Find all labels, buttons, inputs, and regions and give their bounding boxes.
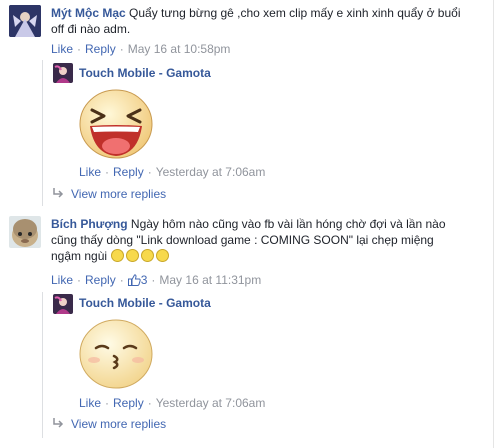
like-button[interactable]: Like [51, 273, 73, 287]
avatar[interactable] [9, 216, 41, 248]
reply-avatar[interactable] [53, 294, 73, 314]
comment-text-end: ngậm ngùi [51, 249, 108, 263]
laughing-face-sticker [78, 88, 154, 163]
reply-arrow-icon [52, 187, 64, 201]
reply-arrow-icon [52, 417, 64, 431]
reply-button[interactable]: Reply [85, 42, 116, 56]
view-more-replies-link[interactable]: View more replies [52, 187, 166, 201]
like-count[interactable]: 3 [127, 273, 147, 287]
right-edge-divider [493, 0, 494, 448]
thread-line [42, 292, 43, 438]
sad-emoji-icon [111, 249, 125, 262]
comment-timestamp[interactable]: May 16 at 11:31pm [159, 273, 261, 287]
like-button[interactable]: Like [79, 396, 101, 410]
comment-text: Ngày hôm nào cũng vào fb vài lần hóng ch… [130, 217, 446, 231]
reply-button[interactable]: Reply [113, 396, 144, 410]
thread-line [42, 60, 43, 206]
reply-timestamp[interactable]: Yesterday at 7:06am [156, 396, 266, 410]
reply-button[interactable]: Reply [113, 165, 144, 179]
reply-button[interactable]: Reply [85, 273, 116, 287]
view-more-label: View more replies [71, 417, 167, 431]
reply-author[interactable]: Touch Mobile - Gamota [79, 66, 211, 80]
like-button[interactable]: Like [79, 165, 101, 179]
sad-emoji-icon [156, 249, 170, 262]
comment-text: Quẩy tưng bừng gê ,cho xem clip mấy e xi… [129, 6, 461, 20]
reply-avatar[interactable] [53, 63, 73, 83]
comment-author[interactable]: Mýt Mộc Mạc [51, 6, 126, 20]
kissing-face-sticker [78, 318, 154, 393]
avatar[interactable] [9, 5, 41, 37]
reply-author[interactable]: Touch Mobile - Gamota [79, 296, 211, 310]
comment-text-continued: off đi nào adm. [51, 22, 131, 36]
comment-text-continued: cũng thấy dòng "Link download game : COM… [51, 233, 434, 247]
comment-timestamp[interactable]: May 16 at 10:58pm [128, 42, 231, 56]
like-button[interactable]: Like [51, 42, 73, 56]
reply-timestamp[interactable]: Yesterday at 7:06am [156, 165, 266, 179]
sad-emoji-icon [141, 249, 155, 262]
view-more-replies-link[interactable]: View more replies [52, 417, 166, 431]
thumbs-up-icon [127, 274, 141, 286]
sad-emoji-icon [126, 249, 140, 262]
comment-author[interactable]: Bích Phượng [51, 217, 128, 231]
view-more-label: View more replies [71, 187, 167, 201]
